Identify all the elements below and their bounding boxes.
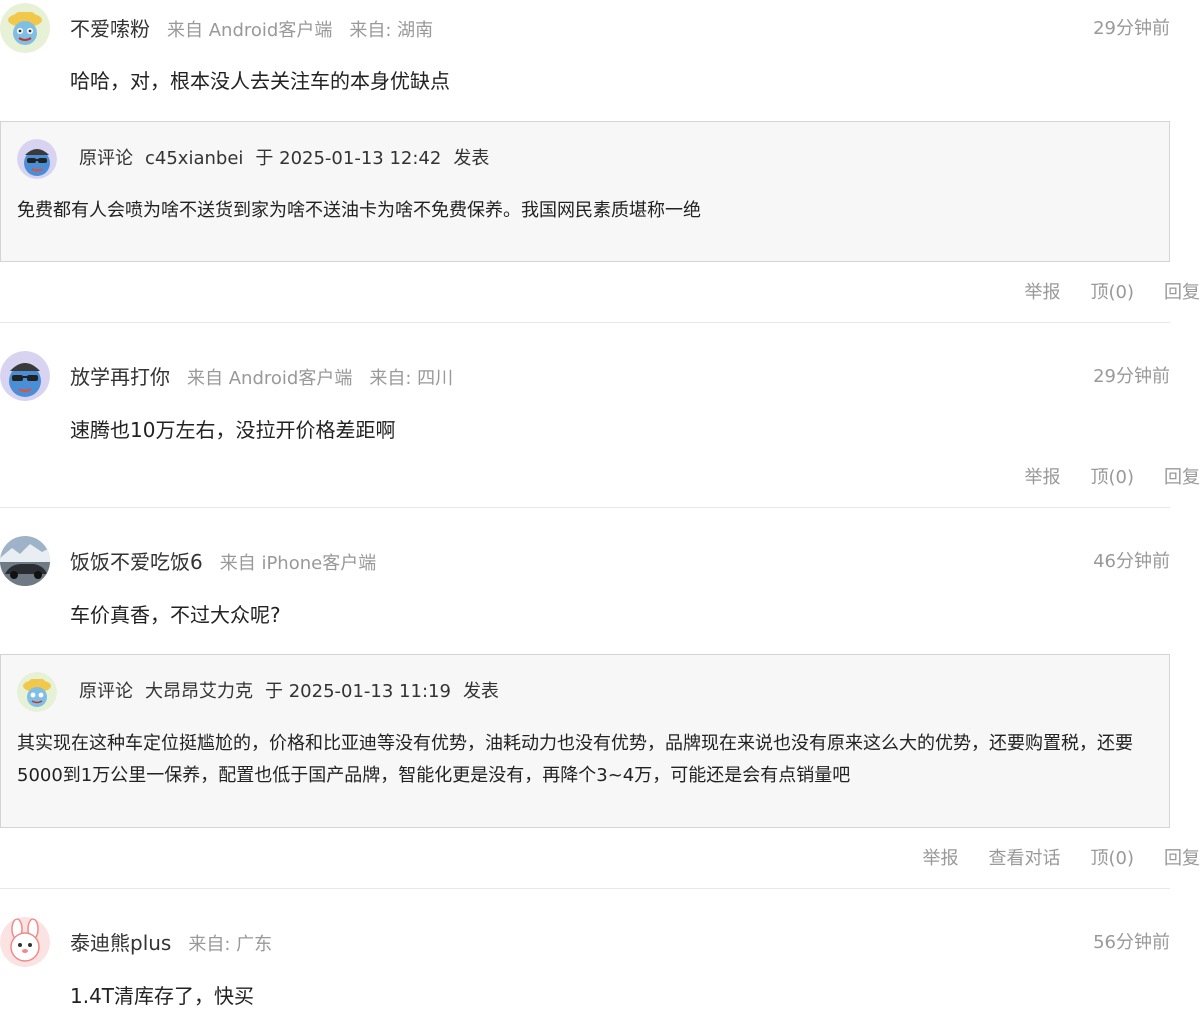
comment-meta: 泰迪熊plus 来自: 广东	[70, 928, 272, 958]
comment-content: 1.4T清库存了，快买	[70, 984, 255, 1008]
comment-actions: 举报 顶(0) 回复	[995, 278, 1200, 308]
cartoon-sunglasses-avatar-icon	[0, 351, 50, 401]
quote-label: 原评论	[79, 148, 133, 169]
comment-time: 56分钟前	[1093, 932, 1170, 953]
username[interactable]: 放学再打你	[70, 365, 170, 389]
comment-actions: 举报 顶(0) 回复	[995, 463, 1200, 493]
quote-text: 其实现在这种车定位挺尴尬的，价格和比亚迪等没有优势，油耗动力也没有优势，品牌现在…	[17, 733, 1133, 786]
report-button[interactable]: 举报	[1025, 467, 1061, 488]
comment-meta: 放学再打你 来自 Android客户端 来自: 四川	[70, 362, 453, 392]
client-source: 来自 Android客户端	[167, 20, 333, 41]
divider	[0, 322, 1170, 323]
comment-time: 46分钟前	[1093, 551, 1170, 572]
user-avatar[interactable]	[0, 536, 50, 586]
divider	[0, 507, 1170, 508]
car-photo-avatar-icon	[0, 536, 50, 586]
report-button[interactable]: 举报	[1025, 282, 1061, 303]
quote-text: 免费都有人会喷为啥不送货到家为啥不送油卡为啥不免费保养。我国网民素质堪称一绝	[17, 200, 701, 221]
quote-author[interactable]: c45xianbei	[145, 148, 243, 169]
username[interactable]: 饭饭不爱吃饭6	[70, 550, 203, 574]
divider	[0, 888, 1170, 889]
quoted-user-avatar[interactable]	[17, 672, 57, 712]
report-button[interactable]: 举报	[923, 848, 959, 869]
reply-button[interactable]: 回复	[1164, 848, 1200, 869]
comment-actions: 举报 查看对话 顶(0) 回复	[893, 844, 1200, 874]
comment-content: 哈哈，对，根本没人去关注车的本身优缺点	[70, 69, 450, 93]
user-avatar[interactable]	[0, 917, 50, 967]
quote-meta: 原评论 大昂昂艾力克于 2025-01-13 11:19 发表	[79, 677, 511, 707]
comment-time: 29分钟前	[1093, 366, 1170, 387]
reply-button[interactable]: 回复	[1164, 467, 1200, 488]
cartoon-hat-avatar-icon	[0, 3, 50, 53]
view-conversation-button[interactable]: 查看对话	[989, 848, 1061, 869]
comment-time: 29分钟前	[1093, 18, 1170, 39]
reply-button[interactable]: 回复	[1164, 282, 1200, 303]
upvote-button[interactable]: 顶(0)	[1091, 467, 1135, 488]
location: 来自: 湖南	[349, 20, 434, 41]
quote-author[interactable]: 大昂昂艾力克	[145, 681, 253, 702]
username[interactable]: 不爱嗦粉	[70, 17, 150, 41]
upvote-button[interactable]: 顶(0)	[1091, 282, 1135, 303]
quoted-comment: 原评论 c45xianbei 于 2025-01-13 12:42 发表 免费都有人会…	[0, 121, 1170, 262]
comment-meta: 饭饭不爱吃饭6 来自 iPhone客户端	[70, 547, 376, 577]
quoted-user-avatar[interactable]	[17, 139, 57, 179]
client-source: 来自 Android客户端	[187, 368, 353, 389]
quote-datetime: 于 2025-01-13 12:42	[255, 148, 442, 169]
user-avatar[interactable]	[0, 351, 50, 401]
cartoon-sunglasses-avatar-icon	[17, 139, 57, 179]
location: 来自: 广东	[188, 934, 273, 955]
quote-action-label: 发表	[462, 681, 499, 702]
comment-content: 速腾也10万左右，没拉开价格差距啊	[70, 418, 396, 442]
quote-label: 原评论	[79, 681, 133, 702]
quote-action-label: 发表	[453, 148, 490, 169]
client-source: 来自 iPhone客户端	[219, 553, 377, 574]
comment-content: 车价真香，不过大众呢?	[70, 603, 281, 627]
user-avatar[interactable]	[0, 3, 50, 53]
location: 来自: 四川	[369, 368, 454, 389]
quote-datetime: 于 2025-01-13 11:19	[265, 681, 451, 702]
quote-meta: 原评论 c45xianbei 于 2025-01-13 12:42 发表	[79, 144, 501, 174]
quoted-comment: 原评论 大昂昂艾力克于 2025-01-13 11:19 发表 其实现在这种车定位挺…	[0, 654, 1170, 828]
comment-meta: 不爱嗦粉 来自 Android客户端 来自: 湖南	[70, 14, 433, 44]
upvote-button[interactable]: 顶(0)	[1091, 848, 1135, 869]
username[interactable]: 泰迪熊plus	[70, 931, 171, 955]
cartoon-rabbit-avatar-icon	[0, 917, 50, 967]
cartoon-hat-avatar-icon	[17, 672, 57, 712]
